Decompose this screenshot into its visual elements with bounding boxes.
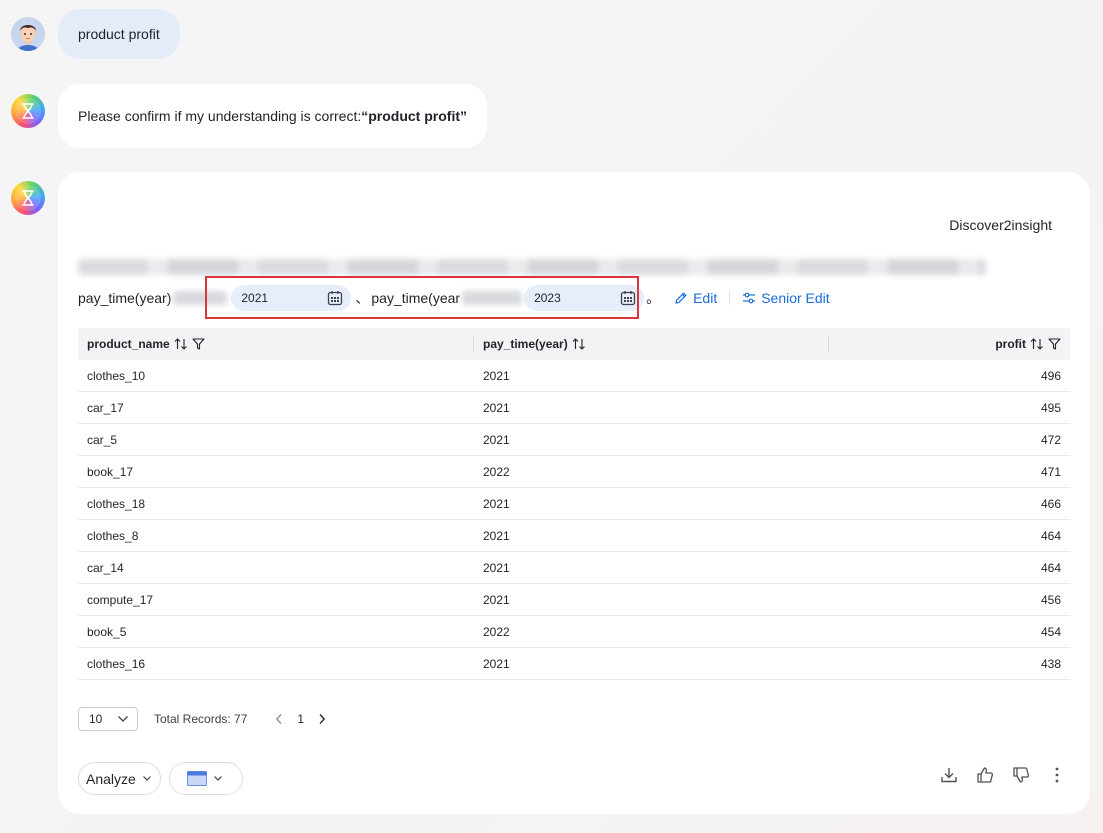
cell-pay-time: 2021: [483, 496, 510, 511]
cell-product-name: book_5: [87, 624, 127, 639]
cell-product-name: book_17: [87, 464, 134, 479]
cell-profit: 471: [1040, 464, 1061, 479]
cell-product-name: car_5: [87, 432, 118, 447]
cell-profit: 464: [1040, 528, 1061, 543]
bot-avatar: [11, 181, 45, 215]
page-size-value: 10: [89, 712, 103, 726]
cell-profit: 456: [1040, 592, 1061, 607]
condition-field-1: pay_time(year): [78, 290, 172, 306]
action-divider: [729, 291, 731, 305]
hourglass-icon: [22, 103, 34, 119]
cell-profit: 464: [1040, 560, 1061, 575]
cell-pay-time: 2021: [483, 432, 510, 447]
cell-profit: 472: [1040, 432, 1061, 447]
bot-avatar: [11, 94, 45, 128]
current-page[interactable]: 1: [297, 712, 304, 726]
table-row: car_17 2021 495: [78, 392, 1070, 424]
cell-pay-time: 2021: [483, 656, 510, 671]
total-records: Total Records: 77: [154, 712, 248, 726]
table-row: clothes_16 2021 438: [78, 648, 1070, 680]
chevron-left-icon[interactable]: [275, 713, 283, 725]
edit-button[interactable]: Edit: [674, 290, 717, 306]
cell-profit: 496: [1040, 368, 1061, 383]
pencil-icon: [675, 292, 687, 304]
cell-product-name: clothes_10: [87, 368, 146, 383]
confirm-query: “product profit”: [361, 108, 467, 124]
page-size-select[interactable]: 10: [78, 707, 138, 731]
column-header-pay-time[interactable]: pay_time(year): [474, 328, 829, 360]
column-header-product-name[interactable]: product_name: [78, 328, 474, 360]
chevron-down-icon: [142, 776, 151, 781]
table-row: car_5 2021 472: [78, 424, 1070, 456]
table-row: clothes_18 2021 466: [78, 488, 1070, 520]
download-icon[interactable]: [940, 766, 958, 784]
table-view-icon: [187, 771, 208, 786]
bottom-actions-right: [940, 766, 1066, 784]
analyze-label: Analyze: [86, 770, 136, 787]
user-message-bubble: product profit: [58, 9, 180, 59]
bottom-actions-left: Analyze: [78, 762, 243, 795]
sliders-icon: [743, 292, 756, 304]
result-table: product_name pay_time(year) profit cloth…: [78, 328, 1070, 680]
cell-pay-time: 2021: [483, 560, 510, 575]
chevron-down-icon: [118, 716, 128, 722]
cell-pay-time: 2022: [483, 464, 510, 479]
confirm-prefix: Please confirm if my understanding is co…: [78, 108, 362, 124]
blurred-summary-text: [78, 259, 986, 275]
cell-pay-time: 2022: [483, 624, 510, 639]
filter-icon[interactable]: [1048, 338, 1061, 350]
pagination: 10 Total Records: 77 1: [78, 707, 326, 731]
table-row: compute_17 2021 456: [78, 584, 1070, 616]
thumbs-up-icon[interactable]: [976, 766, 994, 784]
sort-icon[interactable]: [572, 338, 586, 350]
cell-product-name: clothes_18: [87, 496, 146, 511]
cell-profit: 495: [1040, 400, 1061, 415]
cell-pay-time: 2021: [483, 528, 510, 543]
brand-label: Discover2insight: [949, 217, 1052, 233]
sort-icon[interactable]: [174, 338, 188, 350]
table-row: clothes_8 2021 464: [78, 520, 1070, 552]
senior-edit-label: Senior Edit: [761, 290, 830, 306]
table-row: clothes_10 2021 496: [78, 360, 1070, 392]
chart-type-button[interactable]: [168, 762, 243, 795]
table-header: product_name pay_time(year) profit: [78, 328, 1070, 360]
column-header-profit[interactable]: profit: [829, 328, 1070, 360]
condition-end-mark: 。: [646, 290, 661, 306]
thumbs-down-icon[interactable]: [1012, 766, 1030, 784]
cell-profit: 454: [1040, 624, 1061, 639]
cell-product-name: clothes_16: [87, 656, 146, 671]
cell-profit: 438: [1040, 656, 1061, 671]
cell-product-name: compute_17: [87, 592, 154, 607]
page-navigation: 1: [275, 712, 326, 726]
sort-icon[interactable]: [1030, 338, 1044, 350]
cell-pay-time: 2021: [483, 368, 510, 383]
user-message-text: product profit: [78, 26, 160, 42]
cell-product-name: car_14: [87, 560, 124, 575]
cell-pay-time: 2021: [483, 592, 510, 607]
chevron-down-icon: [214, 776, 223, 781]
chevron-right-icon[interactable]: [318, 713, 326, 725]
cell-profit: 466: [1040, 496, 1061, 511]
analyze-button[interactable]: Analyze: [78, 762, 161, 795]
edit-label: Edit: [693, 290, 718, 306]
column-header-label: pay_time(year): [483, 337, 568, 351]
highlight-box: [205, 276, 639, 319]
cell-pay-time: 2021: [483, 400, 510, 415]
cell-product-name: car_17: [87, 400, 124, 415]
bot-confirm-bubble: Please confirm if my understanding is co…: [58, 84, 487, 148]
senior-edit-button[interactable]: Senior Edit: [742, 290, 830, 306]
table-row: book_17 2022 471: [78, 456, 1070, 488]
cell-product-name: clothes_8: [87, 528, 139, 543]
user-avatar: [11, 17, 45, 51]
hourglass-icon: [22, 190, 34, 206]
column-header-label: product_name: [87, 337, 170, 351]
table-row: car_14 2021 464: [78, 552, 1070, 584]
more-options-icon[interactable]: [1048, 766, 1066, 784]
filter-icon[interactable]: [192, 338, 205, 350]
result-card: Discover2insight pay_time(year) 2021 、 p…: [58, 172, 1090, 814]
table-row: book_5 2022 454: [78, 616, 1070, 648]
column-header-label: profit: [995, 337, 1026, 351]
